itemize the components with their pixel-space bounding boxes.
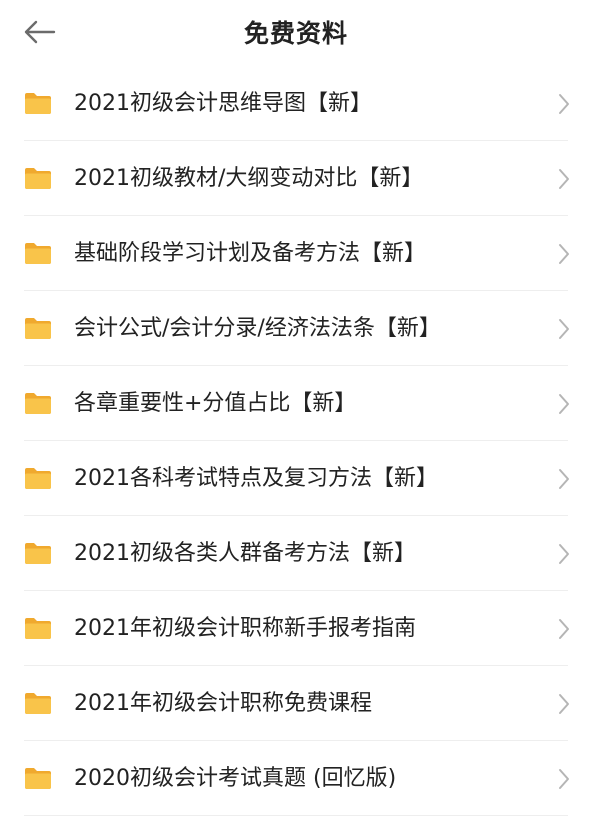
folder-icon bbox=[25, 543, 51, 564]
top-bar: 免费资料 bbox=[0, 0, 592, 64]
list-item[interactable]: 2021初级教材/大纲变动对比【新】 bbox=[0, 141, 592, 216]
chevron-right-icon bbox=[559, 694, 569, 714]
folder-icon bbox=[25, 318, 51, 339]
list-item-label: 会计公式/会计分录/经济法法条【新】 bbox=[74, 316, 441, 341]
list-item-label: 2021年初级会计职称免费课程 bbox=[74, 691, 372, 716]
list-item[interactable]: 2021年初级会计职称免费课程 bbox=[0, 666, 592, 741]
list-item[interactable]: 2021年初级会计职称新手报考指南 bbox=[0, 591, 592, 666]
folder-icon bbox=[25, 768, 51, 789]
chevron-right-icon bbox=[559, 544, 569, 564]
list-item-label: 2021各科考试特点及复习方法【新】 bbox=[74, 466, 438, 491]
folder-icon bbox=[25, 93, 51, 114]
folder-icon bbox=[25, 243, 51, 264]
list-item-label: 2020初级会计考试真题 (回忆版) bbox=[74, 766, 397, 791]
list-item-label: 2021初级会计思维导图【新】 bbox=[74, 91, 372, 116]
chevron-right-icon bbox=[559, 169, 569, 189]
folder-icon bbox=[25, 393, 51, 414]
back-button[interactable] bbox=[22, 12, 70, 52]
page-title: 免费资料 bbox=[243, 19, 348, 48]
list-item-label: 各章重要性+分值占比【新】 bbox=[74, 391, 357, 416]
resource-list: 2021初级会计思维导图【新】 2021初级教材/大纲变动对比【新】 基础阶段学… bbox=[0, 66, 592, 816]
chevron-right-icon bbox=[559, 619, 569, 639]
chevron-right-icon bbox=[559, 769, 569, 789]
list-item[interactable]: 会计公式/会计分录/经济法法条【新】 bbox=[0, 291, 592, 366]
list-item[interactable]: 2021初级会计思维导图【新】 bbox=[0, 66, 592, 141]
list-item-label: 基础阶段学习计划及备考方法【新】 bbox=[74, 241, 427, 266]
folder-icon bbox=[25, 618, 51, 639]
list-item[interactable]: 2021各科考试特点及复习方法【新】 bbox=[0, 441, 592, 516]
chevron-right-icon bbox=[559, 94, 569, 114]
list-item[interactable]: 2020初级会计考试真题 (回忆版) bbox=[0, 741, 592, 816]
list-item[interactable]: 各章重要性+分值占比【新】 bbox=[0, 366, 592, 441]
arrow-left-icon bbox=[24, 20, 56, 44]
folder-icon bbox=[25, 468, 51, 489]
list-item-label: 2021初级各类人群备考方法【新】 bbox=[74, 541, 416, 566]
folder-icon bbox=[25, 168, 51, 189]
chevron-right-icon bbox=[559, 244, 569, 264]
chevron-right-icon bbox=[559, 319, 569, 339]
chevron-right-icon bbox=[559, 394, 569, 414]
list-item[interactable]: 基础阶段学习计划及备考方法【新】 bbox=[0, 216, 592, 291]
folder-icon bbox=[25, 693, 51, 714]
list-item-label: 2021初级教材/大纲变动对比【新】 bbox=[74, 166, 424, 191]
chevron-right-icon bbox=[559, 469, 569, 489]
list-item-label: 2021年初级会计职称新手报考指南 bbox=[74, 616, 416, 641]
list-item[interactable]: 2021初级各类人群备考方法【新】 bbox=[0, 516, 592, 591]
